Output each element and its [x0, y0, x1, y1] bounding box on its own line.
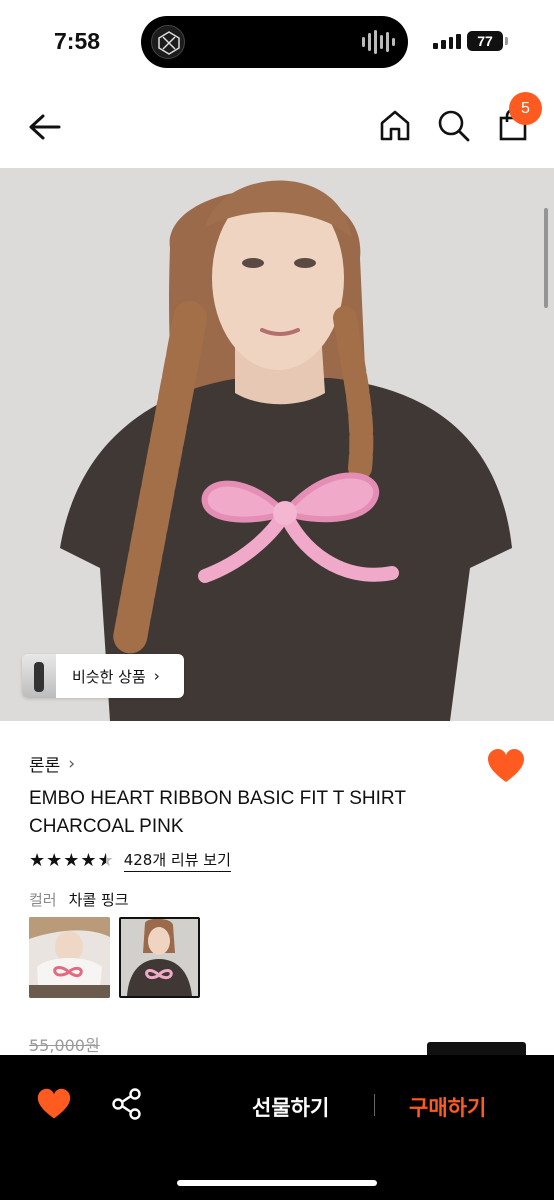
brand-name: 론론: [29, 756, 61, 776]
half-star-icon: ★: [98, 850, 114, 871]
arrow-left-icon: [29, 114, 61, 140]
gift-button[interactable]: 선물하기: [252, 1092, 329, 1122]
buy-button[interactable]: 구매하기: [409, 1092, 486, 1122]
dynamic-island: [141, 16, 408, 68]
battery-icon: [505, 37, 508, 45]
back-button[interactable]: [26, 108, 64, 146]
original-price: 55,000원: [29, 1036, 100, 1055]
selected-color: 차콜 핑크: [68, 891, 129, 909]
color-selection: 컬러 차콜 핑크: [29, 889, 129, 910]
star-icon: ★: [29, 849, 46, 871]
image-scroll-indicator: [544, 208, 548, 308]
product-rating: ★ ★ ★ ★ ★ 428개 리뷰 보기: [29, 849, 231, 872]
star-icon: ★: [63, 849, 80, 871]
wishlist-bottom-button[interactable]: [36, 1087, 72, 1123]
wishlist-button[interactable]: [486, 747, 526, 787]
model-photo: [0, 168, 554, 721]
star-icon: ★: [46, 849, 63, 871]
product-title: EMBO HEART RIBBON BASIC FIT T SHIRT CHAR…: [29, 788, 406, 837]
cart-count-badge: 5: [509, 92, 542, 125]
search-button[interactable]: [436, 108, 472, 144]
status-time: 7:58: [54, 28, 101, 54]
share-icon: [112, 1088, 141, 1120]
status-bar: 7:58 77: [0, 0, 554, 84]
color-option-charcoal-pink[interactable]: [119, 917, 200, 998]
home-icon: [380, 110, 410, 141]
share-button[interactable]: [110, 1087, 144, 1121]
chevron-right-icon: ›: [153, 667, 160, 685]
white-shirt-thumbnail: [29, 917, 110, 998]
chevron-right-icon: ›: [68, 753, 76, 774]
cellular-signal-icon: [433, 33, 461, 49]
audio-waveform-icon: [362, 30, 396, 54]
heart-icon: [488, 749, 524, 782]
bottom-action-bar: 선물하기 구매하기: [0, 1055, 554, 1200]
star-icon: ★: [80, 849, 97, 871]
color-option-white-pink[interactable]: [29, 917, 110, 998]
similar-products-label: 비슷한 상품: [72, 667, 146, 686]
search-icon: [438, 110, 470, 142]
brand-link[interactable]: 론론 ›: [29, 751, 76, 777]
similar-product-thumbnail: [22, 654, 56, 698]
product-image[interactable]: 비슷한 상품 ›: [0, 168, 554, 721]
charcoal-shirt-thumbnail: [121, 919, 198, 996]
battery-level: 77: [467, 31, 503, 51]
heart-icon: [37, 1088, 71, 1119]
top-navigation: [0, 84, 554, 168]
home-indicator: [177, 1180, 377, 1186]
similar-products-button[interactable]: 비슷한 상품 ›: [22, 654, 184, 698]
reviews-link[interactable]: 428개 리뷰 보기: [123, 849, 231, 872]
action-divider: [374, 1094, 375, 1116]
home-button[interactable]: [378, 108, 412, 142]
color-label: 컬러: [29, 891, 57, 909]
now-playing-app-icon: [151, 25, 185, 59]
rating-stars: ★ ★ ★ ★ ★: [29, 849, 114, 871]
